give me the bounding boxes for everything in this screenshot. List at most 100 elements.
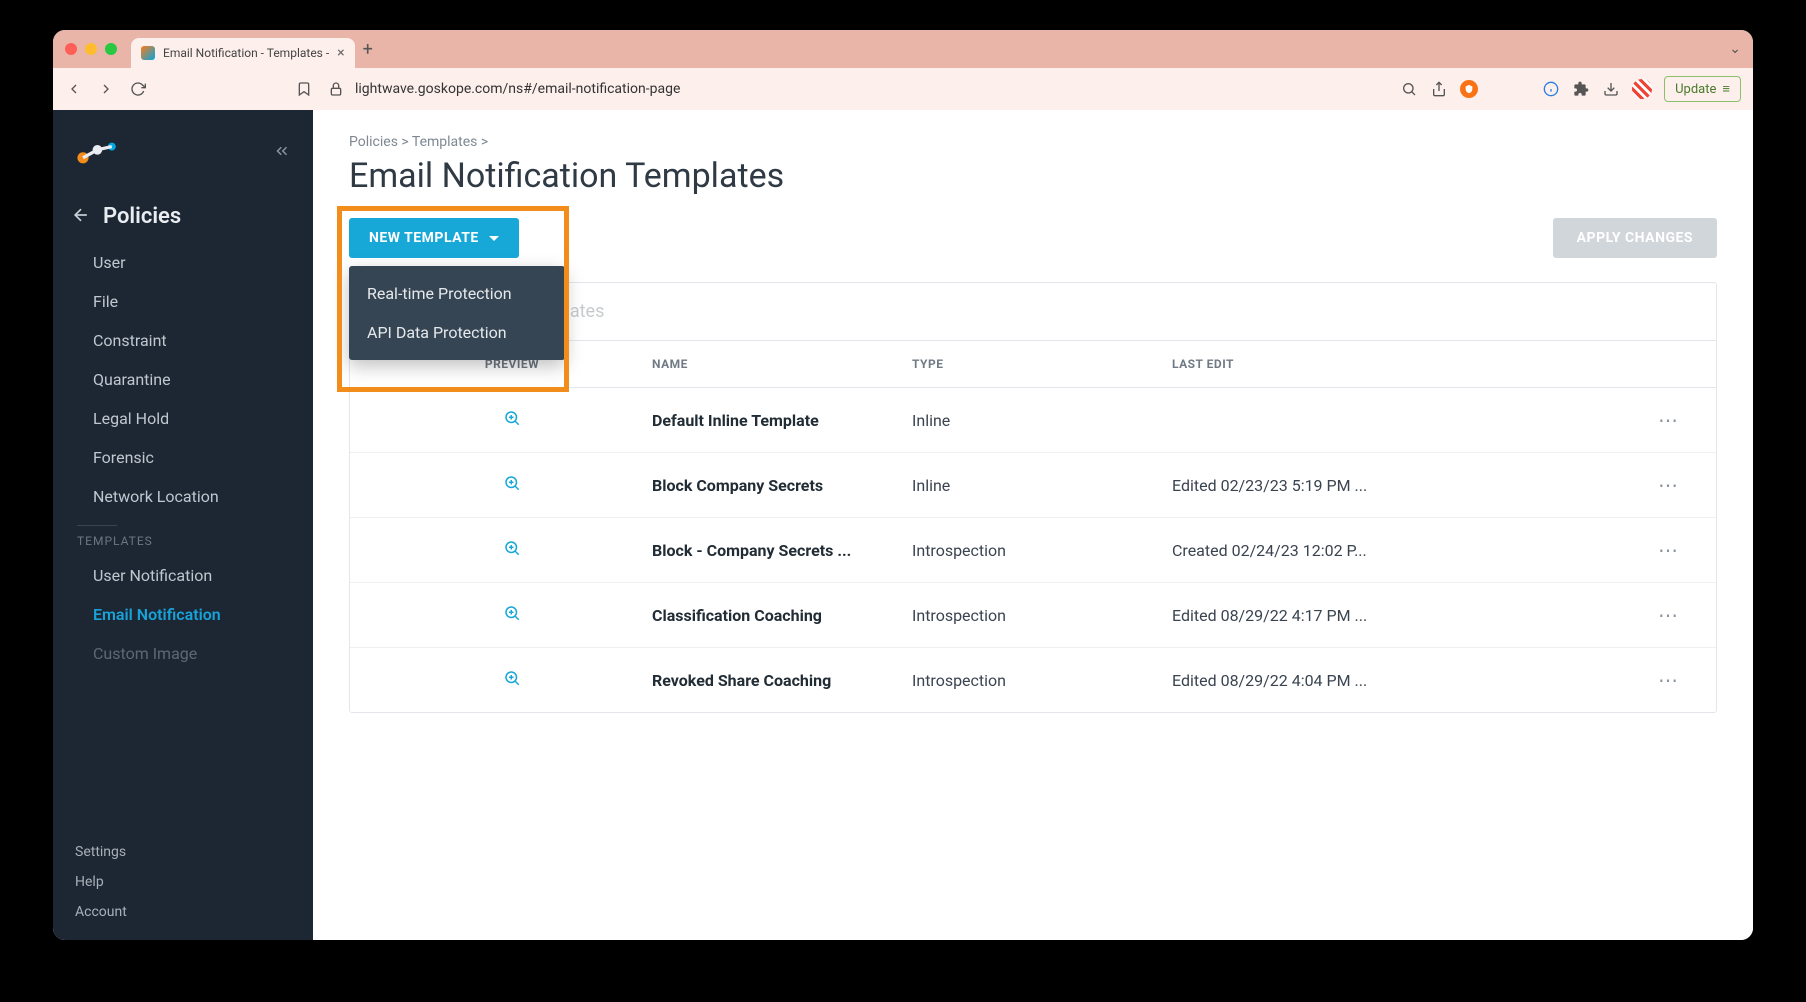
collapse-sidebar-button[interactable] — [273, 142, 291, 164]
table-row[interactable]: Classification CoachingIntrospectionEdit… — [350, 583, 1716, 648]
sidebar-item-custom-image[interactable]: Custom Image — [53, 634, 313, 673]
browser-tab[interactable]: Email Notification - Templates - × — [131, 38, 355, 68]
sidebar-item-email-notification[interactable]: Email Notification — [53, 595, 313, 634]
logo-row — [53, 130, 313, 196]
toolbar-right: Update ≡ — [1400, 76, 1741, 102]
shields-icon[interactable] — [1460, 80, 1478, 98]
maximize-window-button[interactable] — [105, 43, 117, 55]
update-label: Update — [1675, 82, 1716, 97]
col-type: TYPE — [912, 357, 1172, 371]
sidebar-item-network-location[interactable]: Network Location — [53, 477, 313, 516]
table-row[interactable]: Block - Company Secrets ...Introspection… — [350, 518, 1716, 583]
browser-window: Email Notification - Templates - × + ⌄ l… — [53, 30, 1753, 940]
close-window-button[interactable] — [65, 43, 77, 55]
sidebar: Policies User File Constraint Quarantine… — [53, 110, 313, 940]
row-last-edit: Edited 08/29/22 4:04 PM ... — [1172, 671, 1644, 690]
main-content: Policies > Templates > Email Notificatio… — [313, 110, 1753, 940]
table-row[interactable]: Revoked Share CoachingIntrospectionEdite… — [350, 648, 1716, 712]
dropdown-api-data-protection[interactable]: API Data Protection — [349, 313, 565, 352]
sidebar-header: Policies — [53, 196, 313, 243]
app-body: Policies User File Constraint Quarantine… — [53, 110, 1753, 940]
sidebar-item-constraint[interactable]: Constraint — [53, 321, 313, 360]
tab-title: Email Notification - Templates - — [163, 46, 329, 60]
sidebar-section-templates: TEMPLATES — [53, 516, 313, 556]
sidebar-item-user[interactable]: User — [53, 243, 313, 282]
new-template-dropdown: Real-time Protection API Data Protection — [349, 266, 565, 360]
sidebar-help[interactable]: Help — [75, 874, 291, 890]
preview-icon[interactable] — [503, 539, 521, 561]
window-controls — [65, 43, 117, 55]
table-row[interactable]: Default Inline TemplateInline ⋯ — [350, 388, 1716, 453]
sidebar-items: User File Constraint Quarantine Legal Ho… — [53, 243, 313, 673]
browser-chrome: Email Notification - Templates - × + ⌄ l… — [53, 30, 1753, 110]
new-template-group: NEW TEMPLATE Real-time Protection API Da… — [349, 218, 519, 258]
row-name: Block - Company Secrets ... — [652, 541, 912, 560]
row-name: Classification Coaching — [652, 606, 912, 625]
row-last-edit: Created 02/24/23 12:02 P... — [1172, 541, 1644, 560]
zoom-icon[interactable] — [1400, 80, 1418, 98]
sidebar-item-quarantine[interactable]: Quarantine — [53, 360, 313, 399]
row-type: Inline — [912, 476, 1172, 495]
back-button[interactable] — [65, 80, 83, 98]
lock-icon — [327, 80, 345, 98]
row-type: Inline — [912, 411, 1172, 430]
extensions-icon[interactable] — [1572, 80, 1590, 98]
new-tab-button[interactable]: + — [363, 39, 373, 60]
hamburger-icon: ≡ — [1722, 81, 1730, 97]
back-arrow-icon[interactable] — [71, 205, 91, 229]
info-icon[interactable] — [1542, 80, 1560, 98]
minimize-window-button[interactable] — [85, 43, 97, 55]
forward-button[interactable] — [97, 80, 115, 98]
row-type: Introspection — [912, 541, 1172, 560]
row-name: Revoked Share Coaching — [652, 671, 912, 690]
row-actions-button[interactable]: ⋯ — [1644, 603, 1694, 627]
preview-icon[interactable] — [503, 474, 521, 496]
sidebar-item-file[interactable]: File — [53, 282, 313, 321]
row-actions-button[interactable]: ⋯ — [1644, 408, 1694, 432]
action-row: NEW TEMPLATE Real-time Protection API Da… — [349, 218, 1717, 258]
col-last-edit: LAST EDIT — [1172, 357, 1644, 371]
row-type: Introspection — [912, 606, 1172, 625]
row-actions-button[interactable]: ⋯ — [1644, 538, 1694, 562]
sidebar-item-user-notification[interactable]: User Notification — [53, 556, 313, 595]
sidebar-account[interactable]: Account — [75, 904, 291, 920]
apply-changes-button[interactable]: APPLY CHANGES — [1553, 218, 1717, 258]
downloads-icon[interactable] — [1602, 80, 1620, 98]
new-template-button[interactable]: NEW TEMPLATE — [349, 218, 519, 258]
reload-button[interactable] — [129, 80, 147, 98]
col-name: NAME — [652, 357, 912, 371]
row-actions-button[interactable]: ⋯ — [1644, 668, 1694, 692]
dropdown-realtime-protection[interactable]: Real-time Protection — [349, 274, 565, 313]
browser-toolbar: lightwave.goskope.com/ns#/email-notifica… — [53, 68, 1753, 110]
row-type: Introspection — [912, 671, 1172, 690]
url-text: lightwave.goskope.com/ns#/email-notifica… — [355, 81, 680, 97]
app-logo[interactable] — [75, 140, 123, 166]
row-last-edit: Edited 02/23/23 5:19 PM ... — [1172, 476, 1644, 495]
page-title: Email Notification Templates — [349, 156, 1717, 196]
sidebar-item-legal-hold[interactable]: Legal Hold — [53, 399, 313, 438]
url-bar[interactable]: lightwave.goskope.com/ns#/email-notifica… — [327, 80, 1386, 98]
tab-overflow-button[interactable]: ⌄ — [1729, 41, 1741, 57]
titlebar: Email Notification - Templates - × + ⌄ — [53, 30, 1753, 68]
sidebar-footer: Settings Help Account — [53, 844, 313, 940]
profile-avatar[interactable] — [1632, 79, 1652, 99]
preview-icon[interactable] — [503, 604, 521, 626]
bookmark-button[interactable] — [295, 80, 313, 98]
sidebar-settings[interactable]: Settings — [75, 844, 291, 860]
row-name: Default Inline Template — [652, 411, 912, 430]
row-name: Block Company Secrets — [652, 476, 912, 495]
close-tab-button[interactable]: × — [337, 45, 344, 61]
row-actions-button[interactable]: ⋯ — [1644, 473, 1694, 497]
sidebar-item-forensic[interactable]: Forensic — [53, 438, 313, 477]
templates-table: PREVIEW NAME TYPE LAST EDIT Default Inli… — [350, 341, 1716, 712]
update-button[interactable]: Update ≡ — [1664, 76, 1741, 102]
sidebar-title: Policies — [103, 204, 181, 229]
share-icon[interactable] — [1430, 80, 1448, 98]
new-template-label: NEW TEMPLATE — [369, 230, 479, 246]
breadcrumb[interactable]: Policies > Templates > — [349, 134, 1717, 150]
preview-icon[interactable] — [503, 669, 521, 691]
preview-icon[interactable] — [503, 409, 521, 431]
apply-changes-label: APPLY CHANGES — [1577, 230, 1693, 246]
table-row[interactable]: Block Company SecretsInlineEdited 02/23/… — [350, 453, 1716, 518]
row-last-edit: Edited 08/29/22 4:17 PM ... — [1172, 606, 1644, 625]
